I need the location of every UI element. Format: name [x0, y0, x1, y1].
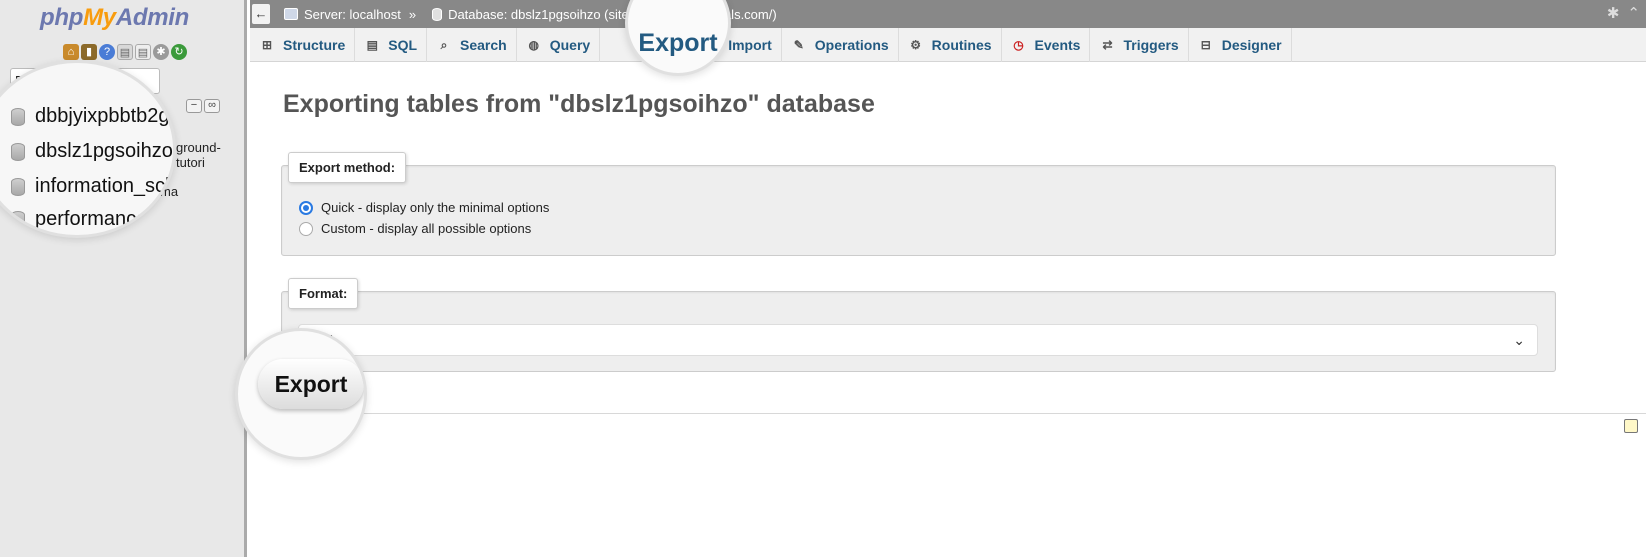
structure-icon: ⊞ — [261, 38, 273, 52]
database-icon — [11, 210, 25, 229]
tab-triggers[interactable]: ⇄ Triggers — [1090, 28, 1189, 62]
app-window: phpMyAdmin ⌂ ▮ ? ▤ ▤ ✱ ↻ Rec − ∞ ground-… — [0, 0, 1646, 557]
tab-sql[interactable]: ▤ SQL — [355, 28, 428, 62]
tab-label: Triggers — [1123, 37, 1179, 53]
database-name: performance — [35, 208, 148, 230]
database-item[interactable]: information_sch — [11, 175, 176, 198]
database-icon — [432, 7, 443, 21]
events-icon: ◷ — [1013, 38, 1024, 52]
tab-label: Search — [460, 37, 507, 53]
query-icon: ◍ — [528, 38, 539, 52]
triggers-icon: ⇄ — [1102, 38, 1113, 52]
settings-icon[interactable]: ✱ — [153, 44, 169, 60]
radio-custom[interactable]: Custom - display all possible options — [299, 221, 531, 236]
routines-icon: ⚙ — [910, 38, 922, 52]
tab-label: Import — [728, 37, 772, 53]
console-icon[interactable] — [1624, 419, 1638, 433]
sql-icon: ▤ — [366, 38, 378, 52]
tab-label: Events — [1034, 37, 1081, 53]
tab-label: Designer — [1221, 37, 1282, 53]
export-method-legend: Export method: — [288, 152, 407, 183]
breadcrumb-database[interactable]: Database: dbslz1pgsoihzo (siteg — [448, 7, 636, 22]
database-name: dbbjyixpbbtb2g — [35, 105, 170, 127]
database-item[interactable]: dbbjyixpbbtb2g — [11, 105, 170, 128]
database-name: dbslz1pgsoihzo — [35, 140, 173, 162]
tab-label: Structure — [283, 37, 346, 53]
format-select[interactable]: SQL ⌄ — [298, 324, 1538, 356]
topbar-controls: ✱ ⌃ — [1607, 4, 1640, 22]
reload-icon[interactable]: ↻ — [171, 44, 187, 60]
breadcrumb-bar: ← Server: localhost » Database: dbslz1pg… — [250, 0, 1646, 28]
home-icon[interactable]: ⌂ — [63, 44, 79, 60]
sql-docs-icon[interactable]: ▤ — [135, 44, 151, 60]
tab-label: Query — [549, 37, 591, 53]
collapse-all-icon[interactable]: − — [186, 99, 202, 113]
radio-quick-button[interactable] — [299, 200, 313, 215]
database-icon — [11, 142, 25, 161]
radio-custom-button[interactable] — [299, 221, 313, 236]
radio-custom-label: Custom - display all possible options — [321, 221, 532, 236]
tab-export-label: Export — [638, 28, 718, 57]
tab-structure[interactable]: ⊞ Structure — [250, 28, 356, 62]
tab-label: Operations — [814, 37, 889, 53]
navigation-sidebar: phpMyAdmin ⌂ ▮ ? ▤ ▤ ✱ ↻ Rec − ∞ ground-… — [0, 0, 247, 557]
magnifier-export-button: Export — [235, 328, 367, 460]
tab-search[interactable]: ⌕ Search — [427, 28, 517, 62]
main-content: Exporting tables from "dbslz1pgsoihzo" d… — [235, 62, 1646, 557]
radio-quick[interactable]: Quick - display only the minimal options — [299, 200, 549, 215]
tree-controls: − ∞ — [186, 99, 220, 113]
divider — [250, 413, 1646, 414]
quick-icons-bar: ⌂ ▮ ? ▤ ▤ ✱ ↻ — [63, 44, 187, 60]
database-icon — [11, 177, 25, 196]
help-icon[interactable]: ? — [99, 44, 115, 60]
tab-label: SQL — [388, 37, 418, 53]
tab-operations[interactable]: ✎ Operations — [782, 28, 899, 62]
tab-label: Routines — [931, 37, 992, 53]
database-item[interactable]: dbslz1pgsoihzo — [11, 140, 173, 163]
tab-events[interactable]: ◷ Events — [1002, 28, 1091, 62]
export-method-fieldset: Export method: Quick - display only the … — [281, 152, 1556, 256]
settings-gear-icon[interactable]: ✱ — [1607, 4, 1620, 22]
collapse-top-icon[interactable]: ⌃ — [1627, 4, 1640, 22]
format-legend: Format: — [288, 278, 359, 309]
tab-query[interactable]: ◍ Query — [517, 28, 601, 62]
db-name-fragment[interactable]: ground-tutori — [176, 140, 244, 170]
breadcrumb-separator: » — [408, 6, 417, 22]
logo-part-admin: Admin — [115, 4, 190, 31]
designer-icon: ⊟ — [1200, 38, 1211, 52]
page-title: Exporting tables from "dbslz1pgsoihzo" d… — [283, 90, 875, 118]
logo-part-php: php — [40, 4, 84, 31]
database-item[interactable]: performance — [11, 208, 147, 231]
back-arrow-icon[interactable]: ← — [252, 4, 270, 24]
server-icon — [284, 8, 298, 20]
breadcrumb-server[interactable]: Server: localhost — [304, 7, 401, 22]
tab-designer[interactable]: ⊟ Designer — [1189, 28, 1292, 62]
export-button[interactable]: Export — [258, 359, 364, 409]
chevron-down-icon: ⌄ — [1513, 332, 1525, 348]
database-icon — [11, 107, 25, 126]
radio-quick-label: Quick - display only the minimal options — [321, 200, 550, 215]
format-fieldset: Format: SQL ⌄ — [281, 278, 1556, 372]
breadcrumb-database-tail[interactable]: als.com/) — [724, 7, 777, 22]
database-name: information_sch — [35, 175, 176, 197]
exit-icon[interactable]: ▮ — [81, 44, 97, 60]
tab-routines[interactable]: ⚙ Routines — [899, 28, 1002, 62]
phpmyadmin-logo[interactable]: phpMyAdmin — [40, 4, 189, 32]
logo-part-my: My — [83, 4, 116, 31]
docs-icon[interactable]: ▤ — [117, 44, 133, 60]
search-icon: ⌕ — [440, 38, 448, 52]
link-icon[interactable]: ∞ — [204, 99, 220, 113]
operations-icon: ✎ — [793, 38, 804, 52]
database-tabs: ⊞ Structure ▤ SQL ⌕ Search ◍ Query ⇪ Imp… — [250, 28, 1646, 62]
